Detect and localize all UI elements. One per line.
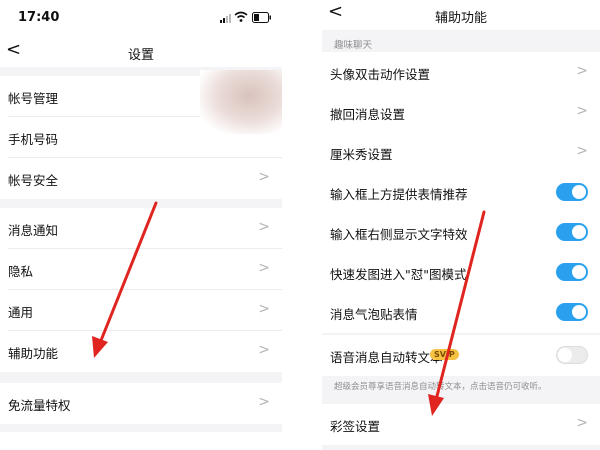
svip-badge: SVIP — [430, 349, 459, 360]
chevron-right-icon: > — [576, 63, 588, 79]
row-text-effects: 输入框右侧显示文字特效 — [322, 212, 600, 253]
emoji-recommend-toggle[interactable] — [556, 183, 588, 201]
row-label: 消息通知 — [8, 223, 59, 238]
accessibility-header: < 辅助功能 — [322, 0, 600, 30]
settings-row-general[interactable]: 通用 > — [0, 290, 282, 331]
row-label: 帐号管理 — [8, 91, 59, 106]
row-label: 输入框上方提供表情推荐 — [330, 187, 468, 202]
cellular-signal-icon — [220, 14, 231, 23]
row-label: 快速发图进入"怼"图模式 — [330, 267, 467, 282]
row-label: 输入框右侧显示文字特效 — [330, 227, 468, 242]
chevron-right-icon: > — [258, 394, 270, 410]
settings-row-privacy[interactable]: 隐私 > — [0, 249, 282, 290]
page-title: 设置 — [127, 48, 154, 63]
text-effects-toggle[interactable] — [556, 223, 588, 241]
voice-to-text-note: 超级会员尊享语音消息自动转文本，点击语音仍可收听。 — [334, 382, 547, 392]
accessibility-screen: < 辅助功能 趣味聊天 头像双击动作设置 > 撤回消息设置 > 厘米秀设置 > … — [322, 0, 600, 450]
chevron-right-icon: > — [258, 219, 270, 235]
voice-to-text-toggle[interactable] — [556, 346, 588, 364]
settings-header: < 设置 — [0, 36, 282, 67]
row-colored-tags[interactable]: 彩签设置 > — [322, 404, 600, 445]
row-label: 消息气泡贴表情 — [330, 307, 418, 322]
row-voice-to-text: 语音消息自动转文本 SVIP — [322, 335, 600, 376]
page-title: 辅助功能 — [434, 11, 487, 26]
settings-screen: 17:40 < 设置 帐号管理 手机号码 帐号安全 > 消息通知 > 隐私 > — [0, 0, 282, 450]
battery-icon — [252, 12, 271, 23]
row-avatar-double-tap[interactable]: 头像双击动作设置 > — [322, 52, 600, 93]
section-title: 趣味聊天 — [334, 40, 373, 51]
settings-row-partial — [0, 432, 282, 450]
chevron-right-icon: > — [576, 103, 588, 119]
row-label: 头像双击动作设置 — [330, 67, 431, 82]
row-label: 手机号码 — [8, 132, 59, 147]
status-time: 17:40 — [18, 10, 60, 25]
chevron-right-icon: > — [258, 260, 270, 276]
settings-row-data-free[interactable]: 免流量特权 > — [0, 383, 282, 424]
row-bubble-stickers: 消息气泡贴表情 — [322, 292, 600, 333]
chevron-right-icon: > — [258, 342, 270, 358]
row-quick-image-mode: 快速发图进入"怼"图模式 — [322, 252, 600, 293]
row-label: 辅助功能 — [8, 346, 59, 361]
status-bar: 17:40 — [0, 0, 282, 36]
settings-row-notifications[interactable]: 消息通知 > — [0, 208, 282, 249]
row-label: 彩签设置 — [330, 419, 381, 434]
chevron-right-icon: > — [576, 415, 588, 431]
row-emoji-recommend: 输入框上方提供表情推荐 — [322, 172, 600, 213]
row-label: 免流量特权 — [8, 398, 71, 413]
bubble-stickers-toggle[interactable] — [556, 303, 588, 321]
wifi-icon — [234, 11, 248, 22]
chevron-right-icon: > — [576, 143, 588, 159]
row-recall-message[interactable]: 撤回消息设置 > — [322, 92, 600, 133]
settings-row-account-security[interactable]: 帐号安全 > — [0, 158, 282, 199]
row-label: 帐号安全 — [8, 173, 59, 188]
row-label: 隐私 — [8, 264, 34, 279]
row-label: 撤回消息设置 — [330, 107, 406, 122]
avatar — [200, 70, 282, 134]
chevron-right-icon: > — [258, 301, 270, 317]
settings-row-accessibility[interactable]: 辅助功能 > — [0, 331, 282, 372]
row-label: 通用 — [8, 305, 34, 320]
row-cmshow[interactable]: 厘米秀设置 > — [322, 132, 600, 173]
quick-image-toggle[interactable] — [556, 263, 588, 281]
row-label: 厘米秀设置 — [330, 147, 393, 162]
chevron-right-icon: > — [258, 169, 270, 185]
row-label: 语音消息自动转文本 — [330, 350, 443, 365]
